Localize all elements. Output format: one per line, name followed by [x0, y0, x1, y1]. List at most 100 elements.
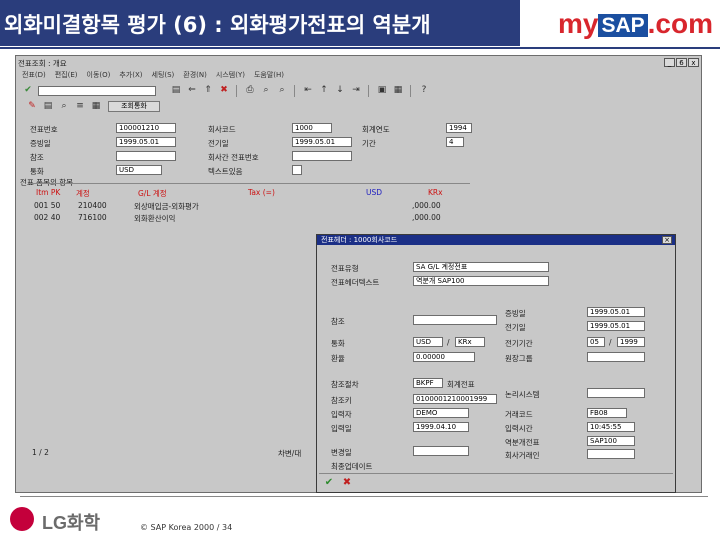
help-icon[interactable]: ? [418, 85, 430, 96]
display-currency-button[interactable]: 조회통화 [108, 101, 160, 112]
col-header-gl: G/L 계정 [138, 189, 167, 198]
menu-goto[interactable]: 이동(O) [87, 71, 111, 79]
popup-period-field[interactable]: 05 [587, 337, 605, 347]
previous-page-icon[interactable]: ↑ [318, 85, 330, 96]
dialog-divider [319, 473, 673, 474]
ledger-field[interactable] [587, 352, 645, 362]
post-date-field[interactable]: 1999.05.01 [116, 137, 176, 147]
trading-field[interactable] [587, 449, 635, 459]
command-field[interactable] [38, 86, 156, 96]
row-amount: ,000.00 [412, 201, 441, 210]
logo-com: .com [647, 8, 714, 39]
fiscal-year-field[interactable]: 1994 [446, 123, 472, 133]
currency-field[interactable]: USD [116, 165, 162, 175]
entry-date-field[interactable]: 1999.05.01 [292, 137, 352, 147]
period-field[interactable]: 4 [446, 137, 464, 147]
intercompany-label: 회사간 전표번호 [208, 153, 259, 162]
menu-settings[interactable]: 세팅(S) [152, 71, 175, 79]
search-icon[interactable]: ⌕ [58, 101, 70, 112]
popup-local-currency-field[interactable]: KRx [455, 337, 485, 347]
entry-time-label: 입력시간 [505, 424, 533, 433]
menu-system[interactable]: 시스템(Y) [216, 71, 245, 79]
enter-icon[interactable]: ✔ [22, 85, 34, 96]
ref-key-field[interactable]: 0100001210001999 [413, 394, 497, 404]
close-button[interactable]: x [688, 58, 699, 67]
change-label: 변경일 [331, 448, 352, 457]
menu-help[interactable]: 도움말(H) [254, 71, 284, 79]
doc-no-label: 전표번호 [30, 125, 58, 134]
popup-post-date-label: 전기일 [505, 323, 526, 332]
first-page-icon[interactable]: ⇤ [302, 85, 314, 96]
menu-edit[interactable]: 편집(E) [55, 71, 78, 79]
confirm-icon[interactable]: ✔ [323, 477, 335, 488]
popup-ref-field[interactable] [413, 315, 497, 325]
last-page-icon[interactable]: ⇥ [350, 85, 362, 96]
texts-label: 텍스트있음 [208, 167, 243, 176]
rate-label: 환율 [331, 354, 345, 363]
print-icon[interactable]: ⎙ [244, 85, 256, 96]
company-label: 회사코드 [208, 125, 236, 134]
ref-tx-label: 참조절차 [331, 380, 359, 389]
toolbar-separator [236, 85, 237, 97]
header-rule [0, 47, 720, 49]
change-field[interactable] [413, 446, 469, 456]
ref-tx-field[interactable]: BKPF [413, 378, 443, 388]
logo-sap: SAP [598, 13, 648, 37]
intercompany-field[interactable] [292, 151, 352, 161]
reversal-field[interactable]: SAP100 [587, 436, 635, 446]
header-text-field[interactable]: 역분개 SAP100 [413, 276, 549, 286]
toolbar-separator [410, 85, 411, 97]
tcode-field[interactable]: FB08 [587, 408, 627, 418]
doc-date-field[interactable]: 1999.05.01 [587, 307, 645, 317]
table-row[interactable]: 001 50 210400 외상매입금-외화평가 ,000.00 [32, 201, 468, 211]
doc-date-label: 증빙일 [505, 309, 526, 318]
rate-field[interactable]: 0.00000 [413, 352, 475, 362]
popup-currency-field[interactable]: USD [413, 337, 443, 347]
trading-label: 회사거래인 [505, 451, 540, 460]
entry-time-field[interactable]: 10:45:55 [587, 422, 635, 432]
menu-environment[interactable]: 환경(N) [183, 71, 207, 79]
menu-document[interactable]: 전표(D) [22, 71, 46, 79]
popup-currency-label: 통화 [331, 339, 345, 348]
popup-entry-date-field[interactable]: 1999.04.10 [413, 422, 469, 432]
list-icon[interactable]: ≡ [74, 101, 86, 112]
popup-period-year-field[interactable]: 1999 [617, 337, 645, 347]
popup-post-date-field[interactable]: 1999.05.01 [587, 321, 645, 331]
overview-icon[interactable]: ▤ [42, 101, 54, 112]
cancel-dialog-icon[interactable]: ✖ [341, 477, 353, 488]
ref-field[interactable] [116, 151, 176, 161]
save-icon[interactable]: ▤ [170, 85, 182, 96]
shortcut-icon[interactable]: ▦ [392, 85, 404, 96]
menu-bar: 전표(D) 편집(E) 이동(O) 추가(X) 세팅(S) 환경(N) 시스템(Y) 도움말(… [22, 70, 293, 80]
next-page-icon[interactable]: ↓ [334, 85, 346, 96]
display-icon[interactable]: ✎ [26, 101, 38, 112]
menu-extras[interactable]: 추가(X) [119, 71, 142, 79]
lg-logo-icon [10, 507, 34, 531]
application-toolbar: ✎ ▤ ⌕ ≡ ▦ 조회통화 [20, 101, 696, 114]
new-session-icon[interactable]: ▣ [376, 85, 388, 96]
dialog-close-icon[interactable]: × [662, 236, 672, 244]
find-next-icon[interactable]: ⌕ [276, 85, 288, 96]
slide-header: 외화미결항목 평가 (6) : 외화평가전표의 역분개 my SAP .com [0, 0, 720, 50]
cancel-icon[interactable]: ✖ [218, 85, 230, 96]
doc-type-label: 전표유형 [331, 264, 359, 273]
popup-period-label: 전기기간 [505, 339, 533, 348]
footer-copyright: © SAP Korea 2000 / 34 [140, 523, 233, 532]
table-icon[interactable]: ▦ [90, 101, 102, 112]
col-header-account: 계정 [76, 189, 90, 198]
doc-type-field[interactable]: SA G/L 계정전표 [413, 262, 549, 272]
back-icon[interactable]: ⇐ [186, 85, 198, 96]
user-field[interactable]: DEMO [413, 408, 469, 418]
company-field[interactable]: 1000 [292, 123, 332, 133]
exit-icon[interactable]: ⇑ [202, 85, 214, 96]
period-slash: / [609, 338, 612, 347]
minimize-button[interactable]: _ [664, 58, 675, 67]
doc-no-field[interactable]: 100001210 [116, 123, 176, 133]
restore-button[interactable]: 6 [676, 58, 687, 67]
document-header-dialog: 전표헤더 : 1000회사코드 × 전표유형 SA G/L 계정전표 전표헤더텍… [316, 234, 676, 493]
table-row[interactable]: 002 40 716100 외화환산이익 ,000.00 [32, 213, 468, 223]
logical-sys-field[interactable] [587, 388, 645, 398]
find-icon[interactable]: ⌕ [260, 85, 272, 96]
texts-checkbox[interactable] [292, 165, 302, 175]
entry-date-label: 전기일 [208, 139, 229, 148]
